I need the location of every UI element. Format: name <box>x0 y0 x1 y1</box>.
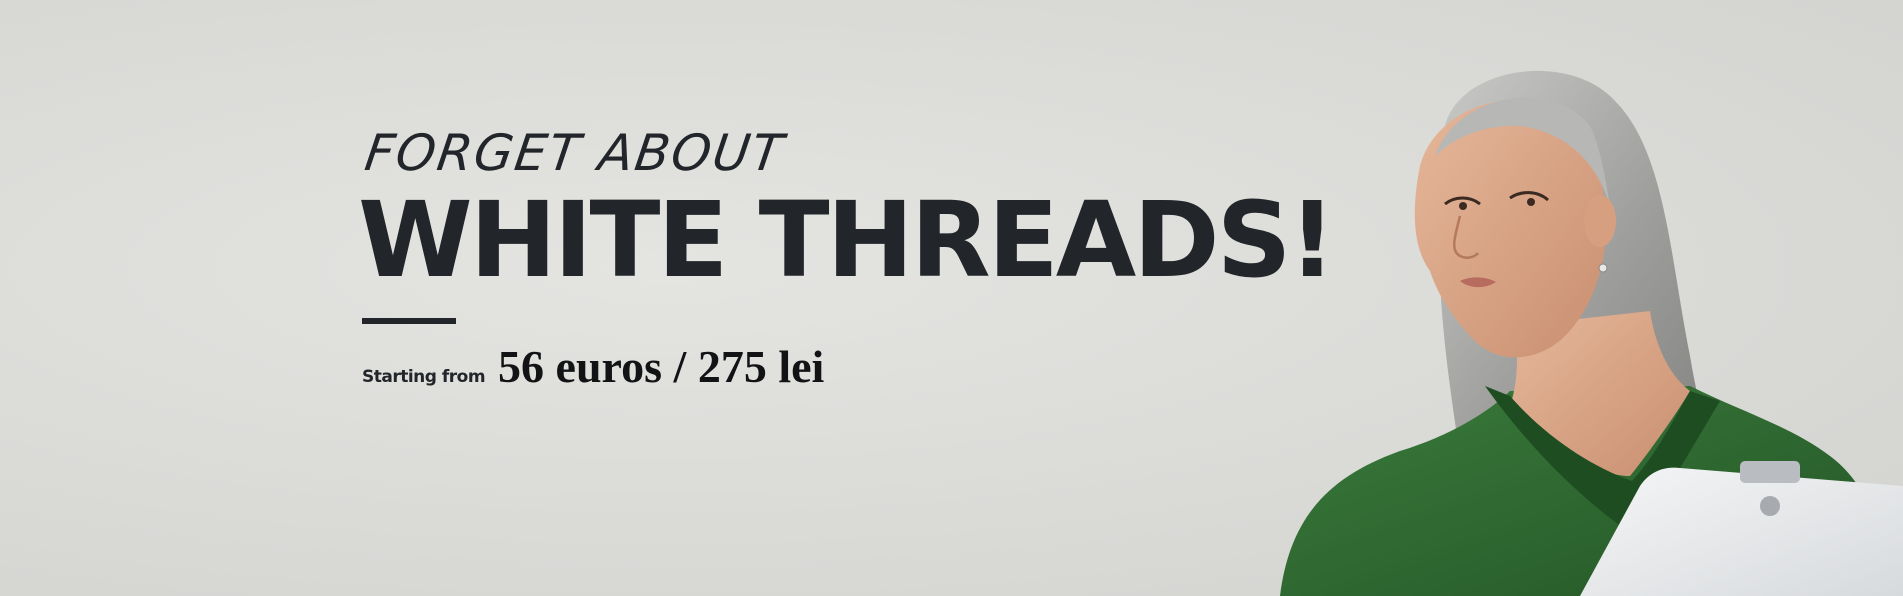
price-line: Starting from 56 euros / 275 lei <box>362 340 1362 393</box>
price-value: 56 euros / 275 lei <box>498 341 825 392</box>
woman-portrait-image <box>1280 70 1903 596</box>
hero-banner: FORGET ABOUT WHITE THREADS! Starting fro… <box>0 0 1903 596</box>
headline-underline <box>362 318 456 324</box>
banner-headline: WHITE THREADS! <box>358 179 1336 301</box>
banner-copy: FORGET ABOUT WHITE THREADS! Starting fro… <box>358 124 1362 393</box>
starting-from-label: Starting from <box>362 367 486 387</box>
banner-kicker: FORGET ABOUT <box>361 124 789 182</box>
